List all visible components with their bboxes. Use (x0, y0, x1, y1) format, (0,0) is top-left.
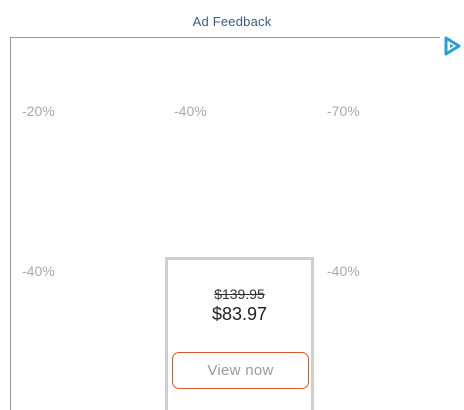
ad-feedback-link[interactable]: Ad Feedback (0, 14, 464, 29)
view-now-button[interactable]: View now (172, 352, 309, 389)
discount-label: -40% (327, 263, 360, 279)
original-price: $139.95 (214, 286, 265, 302)
ad-page: Ad Feedback -20% -40% -70% -40% -40% $13… (0, 0, 464, 410)
discount-label: -70% (327, 103, 360, 119)
discount-label: -20% (22, 103, 55, 119)
sale-price: $83.97 (211, 304, 268, 324)
discount-label: -40% (174, 103, 207, 119)
adchoices-icon-glyph (444, 36, 461, 56)
product-card[interactable]: $139.95 $83.97 View now (165, 257, 314, 410)
adchoices-icon[interactable] (442, 36, 462, 56)
discount-label: -40% (22, 263, 55, 279)
